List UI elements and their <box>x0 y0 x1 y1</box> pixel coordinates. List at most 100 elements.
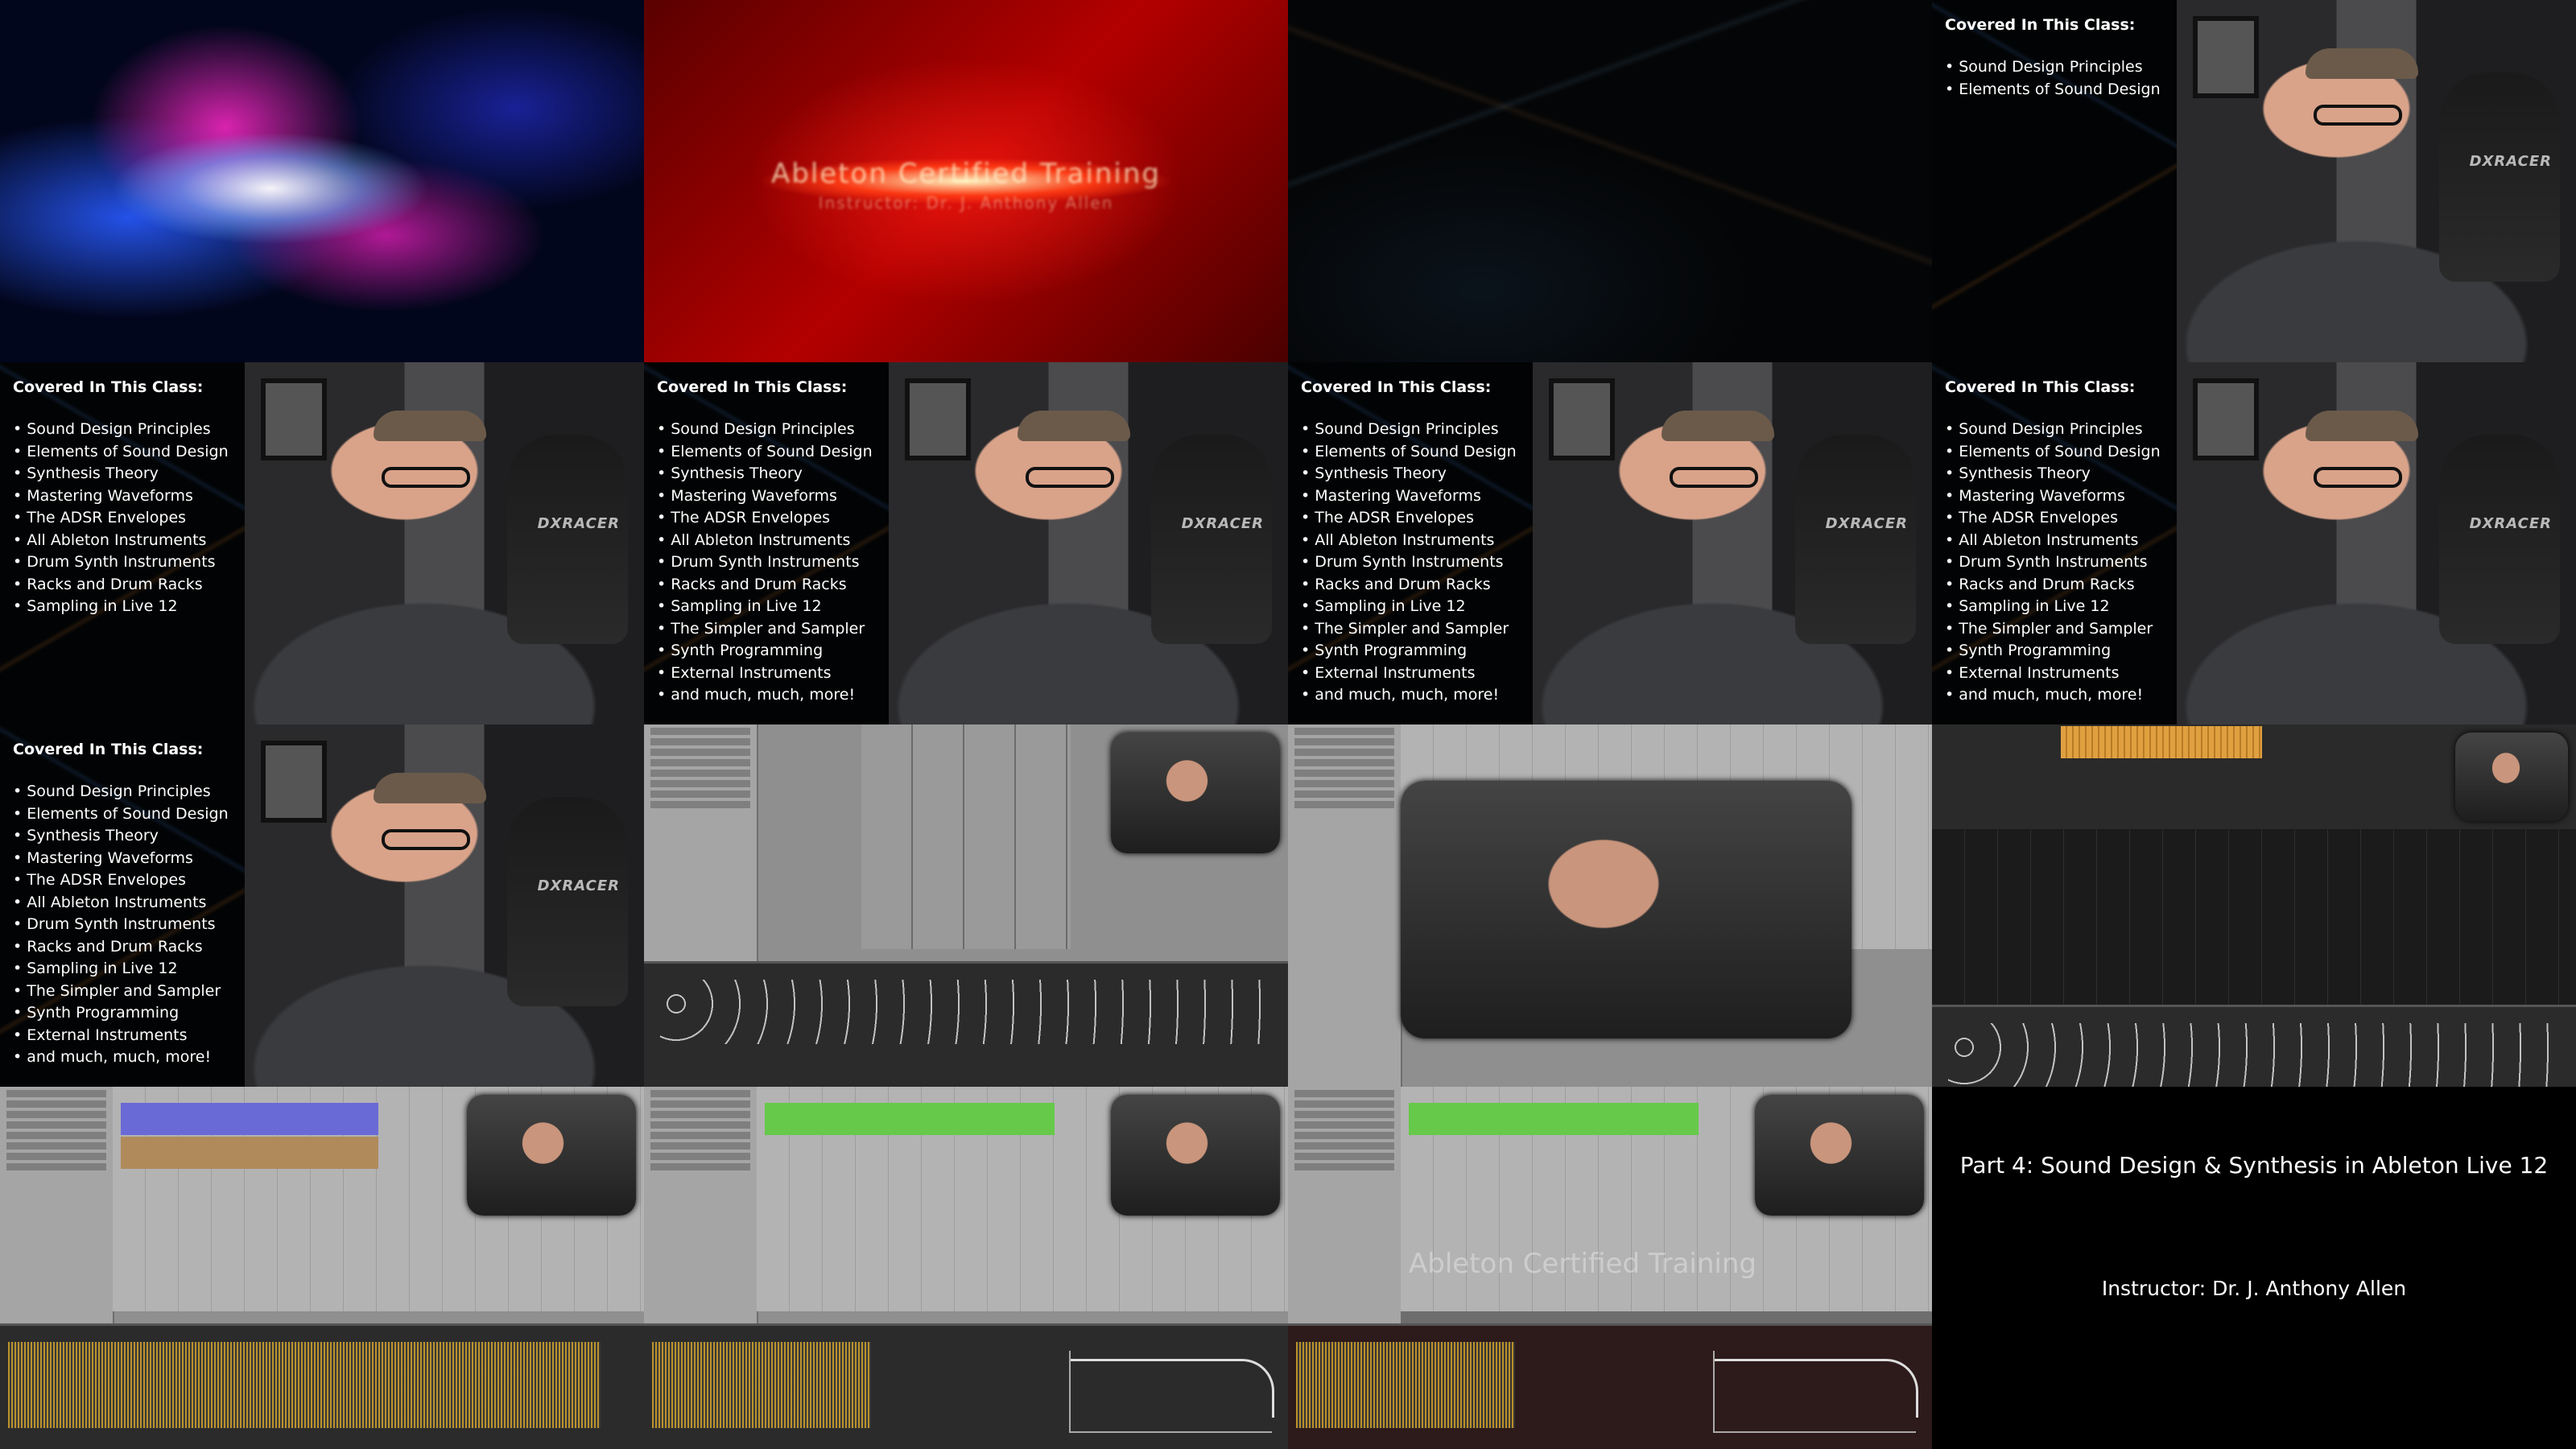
gaming-chair <box>2439 435 2560 644</box>
class-list-item: Elements of Sound Design <box>13 803 228 826</box>
class-list-item: Drum Synth Instruments <box>657 551 873 574</box>
daw-session-grid[interactable] <box>1932 829 2576 1006</box>
class-list-item: Sampling in Live 12 <box>1301 596 1517 618</box>
sample-waveform[interactable] <box>8 1342 601 1429</box>
daw-device-view[interactable] <box>1288 1323 1932 1449</box>
audio-clip[interactable] <box>121 1137 378 1169</box>
class-list-item: Synthesis Theory <box>13 825 229 848</box>
midi-clip[interactable] <box>1409 1103 1699 1135</box>
daw-device-view[interactable] <box>644 961 1288 1087</box>
chair-brand-label: DXRACER <box>537 515 620 532</box>
class-list-heading: Covered In This Class: <box>657 378 848 396</box>
class-list: Sound Design PrinciplesElements of Sound… <box>1945 419 2161 707</box>
chair-brand-label: DXRACER <box>537 877 620 894</box>
class-list-item: Synth Programming <box>13 1002 229 1025</box>
class-list-item: The ADSR Envelopes <box>1945 507 2161 530</box>
chair-brand-label: DXRACER <box>2469 153 2552 170</box>
class-list-item: Sound Design Principles <box>1945 419 2161 441</box>
instructor-webcam: DXRACER <box>2177 0 2576 362</box>
class-list-item: External Instruments <box>13 1025 229 1047</box>
class-list-item: The Simpler and Sampler <box>657 618 873 641</box>
daw-device-view[interactable] <box>1932 1005 2576 1087</box>
class-list-item: All Ableton Instruments <box>13 892 229 914</box>
wavetable-display[interactable] <box>1296 1342 1515 1429</box>
class-list-item: External Instruments <box>1301 663 1517 685</box>
title-card-frame: Part 4: Sound Design & Synthesis in Able… <box>1932 1087 2576 1449</box>
audio-clip[interactable] <box>121 1103 378 1135</box>
intro-red-title-frame: Ableton Certified Training Instructor: D… <box>644 0 1288 362</box>
class-list-frame-2: Covered In This Class: Sound Design Prin… <box>0 362 644 724</box>
daw-sample-editor[interactable] <box>0 1323 644 1449</box>
class-list-item: and much, much, more! <box>1945 684 2161 707</box>
class-list-frame-6: Covered In This Class: Sound Design Prin… <box>0 724 644 1087</box>
instructor-pip-webcam <box>2455 733 2568 821</box>
intro-ghost-subtitle: Instructor: Dr. J. Anthony Allen <box>818 193 1114 213</box>
class-list-item: Sampling in Live 12 <box>1945 596 2161 618</box>
class-list: Sound Design PrinciplesElements of Sound… <box>1301 419 1517 707</box>
midi-clip[interactable] <box>2061 726 2262 758</box>
gaming-chair <box>1151 435 1272 644</box>
envelope-display[interactable] <box>1713 1351 1918 1433</box>
instructor-webcam: DXRACER <box>1533 362 1932 724</box>
daw-wavetable-frame <box>644 1087 1288 1449</box>
class-list-item: The ADSR Envelopes <box>657 507 873 530</box>
envelope-display[interactable] <box>1069 1351 1274 1433</box>
wall-frame <box>2193 16 2259 98</box>
instructor-pip-webcam <box>1111 733 1280 853</box>
class-list-item: Drum Synth Instruments <box>1945 551 2161 574</box>
class-list-item: Sampling in Live 12 <box>13 596 229 618</box>
instructor-webcam: DXRACER <box>245 362 644 724</box>
midi-clip[interactable] <box>765 1103 1055 1135</box>
class-list-item: All Ableton Instruments <box>1945 530 2161 552</box>
class-list-heading: Covered In This Class: <box>13 741 204 758</box>
instructor-pip-webcam <box>1111 1095 1280 1216</box>
instructor-pip-webcam <box>1401 781 1852 1038</box>
class-list: Sound Design PrinciplesElements of Sound… <box>657 419 873 707</box>
class-list-item: Elements of Sound Design <box>13 441 228 464</box>
class-list-item: The Simpler and Sampler <box>1945 618 2161 641</box>
class-list-item: Sound Design Principles <box>1945 56 2161 79</box>
chair-brand-label: DXRACER <box>1825 515 1908 532</box>
daw-device-view[interactable] <box>644 1323 1288 1449</box>
intro-ghost-title: Ableton Certified Training <box>771 158 1161 190</box>
class-list-panel: Covered In This Class: Sound Design Prin… <box>0 724 245 1087</box>
class-list-item: Racks and Drum Racks <box>657 574 873 597</box>
intro-dark-frame <box>1288 0 1932 362</box>
class-list-item: and much, much, more! <box>657 684 873 707</box>
wall-frame <box>261 378 327 460</box>
synth-knobs[interactable] <box>660 980 1272 1044</box>
class-list-item: Mastering Waveforms <box>13 485 229 508</box>
class-list-item: The ADSR Envelopes <box>13 507 229 530</box>
class-list-heading: Covered In This Class: <box>13 378 204 396</box>
class-list-panel: Covered In This Class: Sound Design Prin… <box>1932 0 2177 362</box>
daw-fullscreen-cam-frame <box>1288 724 1932 1087</box>
class-list-item: The Simpler and Sampler <box>13 980 229 1003</box>
class-list-item: Mastering Waveforms <box>1945 485 2161 508</box>
instructor-webcam: DXRACER <box>245 724 644 1087</box>
class-list-item: Sound Design Principles <box>657 419 873 441</box>
instructor-pip-webcam <box>467 1095 636 1216</box>
class-list-item: All Ableton Instruments <box>657 530 873 552</box>
daw-mixer-strips[interactable] <box>861 724 1071 949</box>
wall-frame <box>1549 378 1615 460</box>
class-list-item: Synth Programming <box>1301 640 1517 663</box>
watermark-text: Ableton Certified Training <box>1409 1248 1757 1280</box>
wavetable-display[interactable] <box>652 1342 871 1429</box>
class-list-item: The Simpler and Sampler <box>1301 618 1517 641</box>
class-list-item: Mastering Waveforms <box>657 485 873 508</box>
class-list-item: Sampling in Live 12 <box>13 958 229 980</box>
instructor-webcam: DXRACER <box>889 362 1288 724</box>
daw-sequencer-frame <box>1932 724 2576 1087</box>
class-list-heading: Covered In This Class: <box>1945 378 2136 396</box>
class-list-item: Sampling in Live 12 <box>657 596 873 618</box>
class-list-frame-1: Covered In This Class: Sound Design Prin… <box>1932 0 2576 362</box>
daw-browser-panel[interactable] <box>1288 724 1402 1087</box>
class-list-frame-3: Covered In This Class: Sound Design Prin… <box>644 362 1288 724</box>
class-list-item: and much, much, more! <box>13 1046 229 1069</box>
intro-smoke-frame <box>0 0 644 362</box>
instructor-name: Instructor: Dr. J. Anthony Allen <box>2101 1277 2407 1300</box>
class-list-item: The ADSR Envelopes <box>1301 507 1517 530</box>
class-list-item: All Ableton Instruments <box>1301 530 1517 552</box>
synth-knobs[interactable] <box>1948 1023 2560 1087</box>
class-list-panel: Covered In This Class: Sound Design Prin… <box>1932 362 2177 724</box>
